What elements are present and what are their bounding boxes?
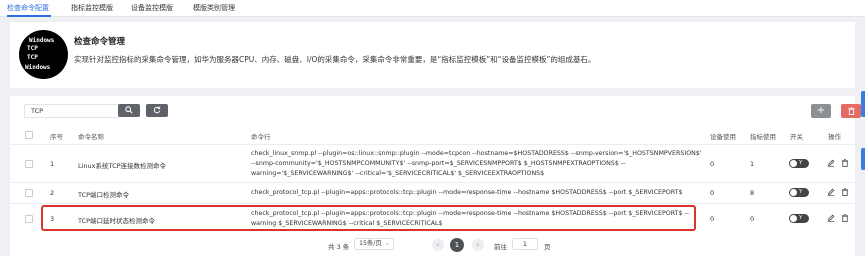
tab-bar: 检查命令配置 指标监控模版 设备监控模版 模版类别管理 — [0, 0, 865, 17]
trash-icon — [847, 107, 855, 115]
page-header: Windows TCP TCP Windows 检查命令管理 实现针对监控指标的… — [10, 22, 855, 88]
search-icon — [125, 106, 133, 114]
row-checkbox[interactable] — [25, 215, 33, 223]
switch-knob — [790, 160, 797, 167]
metric-use-count: 8 — [750, 189, 755, 197]
logo-text: Windows — [29, 37, 55, 44]
page-size-value: 15条/页 — [359, 240, 382, 247]
device-use-count: 0 — [710, 189, 715, 197]
add-command-button[interactable]: + — [811, 104, 831, 118]
switch-label: Y — [799, 189, 803, 195]
logo-text: Windows — [25, 64, 51, 71]
total-count: 共 3 条 — [328, 243, 350, 251]
select-all-checkbox[interactable] — [25, 131, 33, 139]
page-description: 实现针对监控指标的采集命令管理，如华为服务器CPU、内存、磁盘、I/O的采集命令… — [74, 55, 596, 64]
metric-use-count: 0 — [750, 215, 755, 223]
metric-use-count: 1 — [750, 160, 755, 168]
device-use-count: 0 — [710, 215, 715, 223]
chevron-down-icon: ⌄ — [384, 240, 390, 247]
command-list-panel: + 序号 命令名称 命令行 设备使用 指标使用 开关 操作 1 Linux系统T… — [10, 96, 861, 256]
page-number-current[interactable]: 1 — [450, 238, 464, 252]
edit-icon[interactable] — [827, 159, 835, 167]
delete-icon[interactable] — [841, 214, 849, 222]
tab-device-monitor-template[interactable]: 设备监控模版 — [131, 3, 173, 13]
column-header-ops: 操作 — [828, 133, 841, 141]
command-line: warning='$_SERVICEWARNING$' --critical='… — [251, 170, 545, 177]
chevron-right-icon: › — [476, 241, 480, 249]
logo-text: TCP — [27, 45, 38, 52]
column-header-name: 命令名称 — [78, 133, 104, 141]
page-suffix: 页 — [544, 243, 551, 251]
command-line: --snmp-community='$_HOSTSNMPCOMMUNITY$' … — [251, 160, 626, 167]
command-line: check_protocol_tcp.pl --plugin=apps::pro… — [251, 189, 683, 196]
enable-switch[interactable]: Y — [789, 214, 809, 223]
search-input[interactable] — [24, 104, 120, 118]
command-line: check_linux_snmp.pl --plugin=os::linux::… — [251, 150, 702, 157]
active-tab-indicator — [7, 15, 51, 17]
page-size-select[interactable]: 15条/页 ⌄ — [354, 238, 394, 250]
search-button[interactable] — [118, 104, 140, 117]
logo-text: TCP — [27, 54, 38, 61]
row-checkbox[interactable] — [25, 160, 33, 168]
tab-metric-monitor-template[interactable]: 指标监控模版 — [71, 3, 113, 13]
row-index: 1 — [50, 160, 55, 168]
refresh-icon — [153, 106, 161, 114]
switch-knob — [790, 215, 797, 222]
side-drawer-tab[interactable] — [861, 148, 865, 170]
chevron-left-icon: ‹ — [436, 241, 440, 249]
table-row[interactable]: 2 TCP端口检测命令 check_protocol_tcp.pl --plug… — [10, 182, 855, 203]
delete-icon[interactable] — [841, 188, 849, 196]
side-drawer-tab[interactable] — [861, 91, 865, 117]
row-checkbox[interactable] — [25, 189, 33, 197]
next-page-button[interactable]: › — [472, 239, 484, 251]
windows-tcp-logo: Windows TCP TCP Windows — [19, 30, 68, 79]
tab-check-command-config[interactable]: 检查命令配置 — [7, 3, 49, 13]
column-header-cmdline: 命令行 — [251, 133, 271, 141]
edit-icon[interactable] — [827, 188, 835, 196]
table-row[interactable]: 1 Linux系统TCP连接数检测命令 check_linux_snmp.pl … — [10, 144, 855, 182]
batch-delete-button[interactable] — [841, 104, 861, 118]
goto-page-input[interactable] — [512, 238, 538, 250]
refresh-button[interactable] — [146, 104, 168, 117]
switch-label: Y — [799, 160, 803, 166]
page-title: 检查命令管理 — [74, 37, 126, 47]
column-header-index: 序号 — [50, 133, 63, 141]
row-highlight-box — [41, 205, 696, 231]
command-name: TCP端口检测命令 — [78, 191, 130, 199]
column-header-switch: 开关 — [790, 133, 803, 141]
enable-switch[interactable]: Y — [789, 159, 809, 168]
switch-knob — [790, 189, 797, 196]
goto-label: 前往 — [494, 243, 507, 251]
prev-page-button[interactable]: ‹ — [432, 239, 444, 251]
enable-switch[interactable]: Y — [789, 188, 809, 197]
switch-label: Y — [799, 215, 803, 221]
column-header-metric-use: 指标使用 — [750, 133, 776, 141]
edit-icon[interactable] — [827, 214, 835, 222]
command-name: Linux系统TCP连接数检测命令 — [78, 162, 167, 170]
column-header-device-use: 设备使用 — [710, 133, 736, 141]
delete-icon[interactable] — [841, 159, 849, 167]
tab-template-category[interactable]: 模版类别管理 — [193, 3, 235, 13]
row-index: 2 — [50, 189, 55, 197]
device-use-count: 0 — [710, 160, 715, 168]
